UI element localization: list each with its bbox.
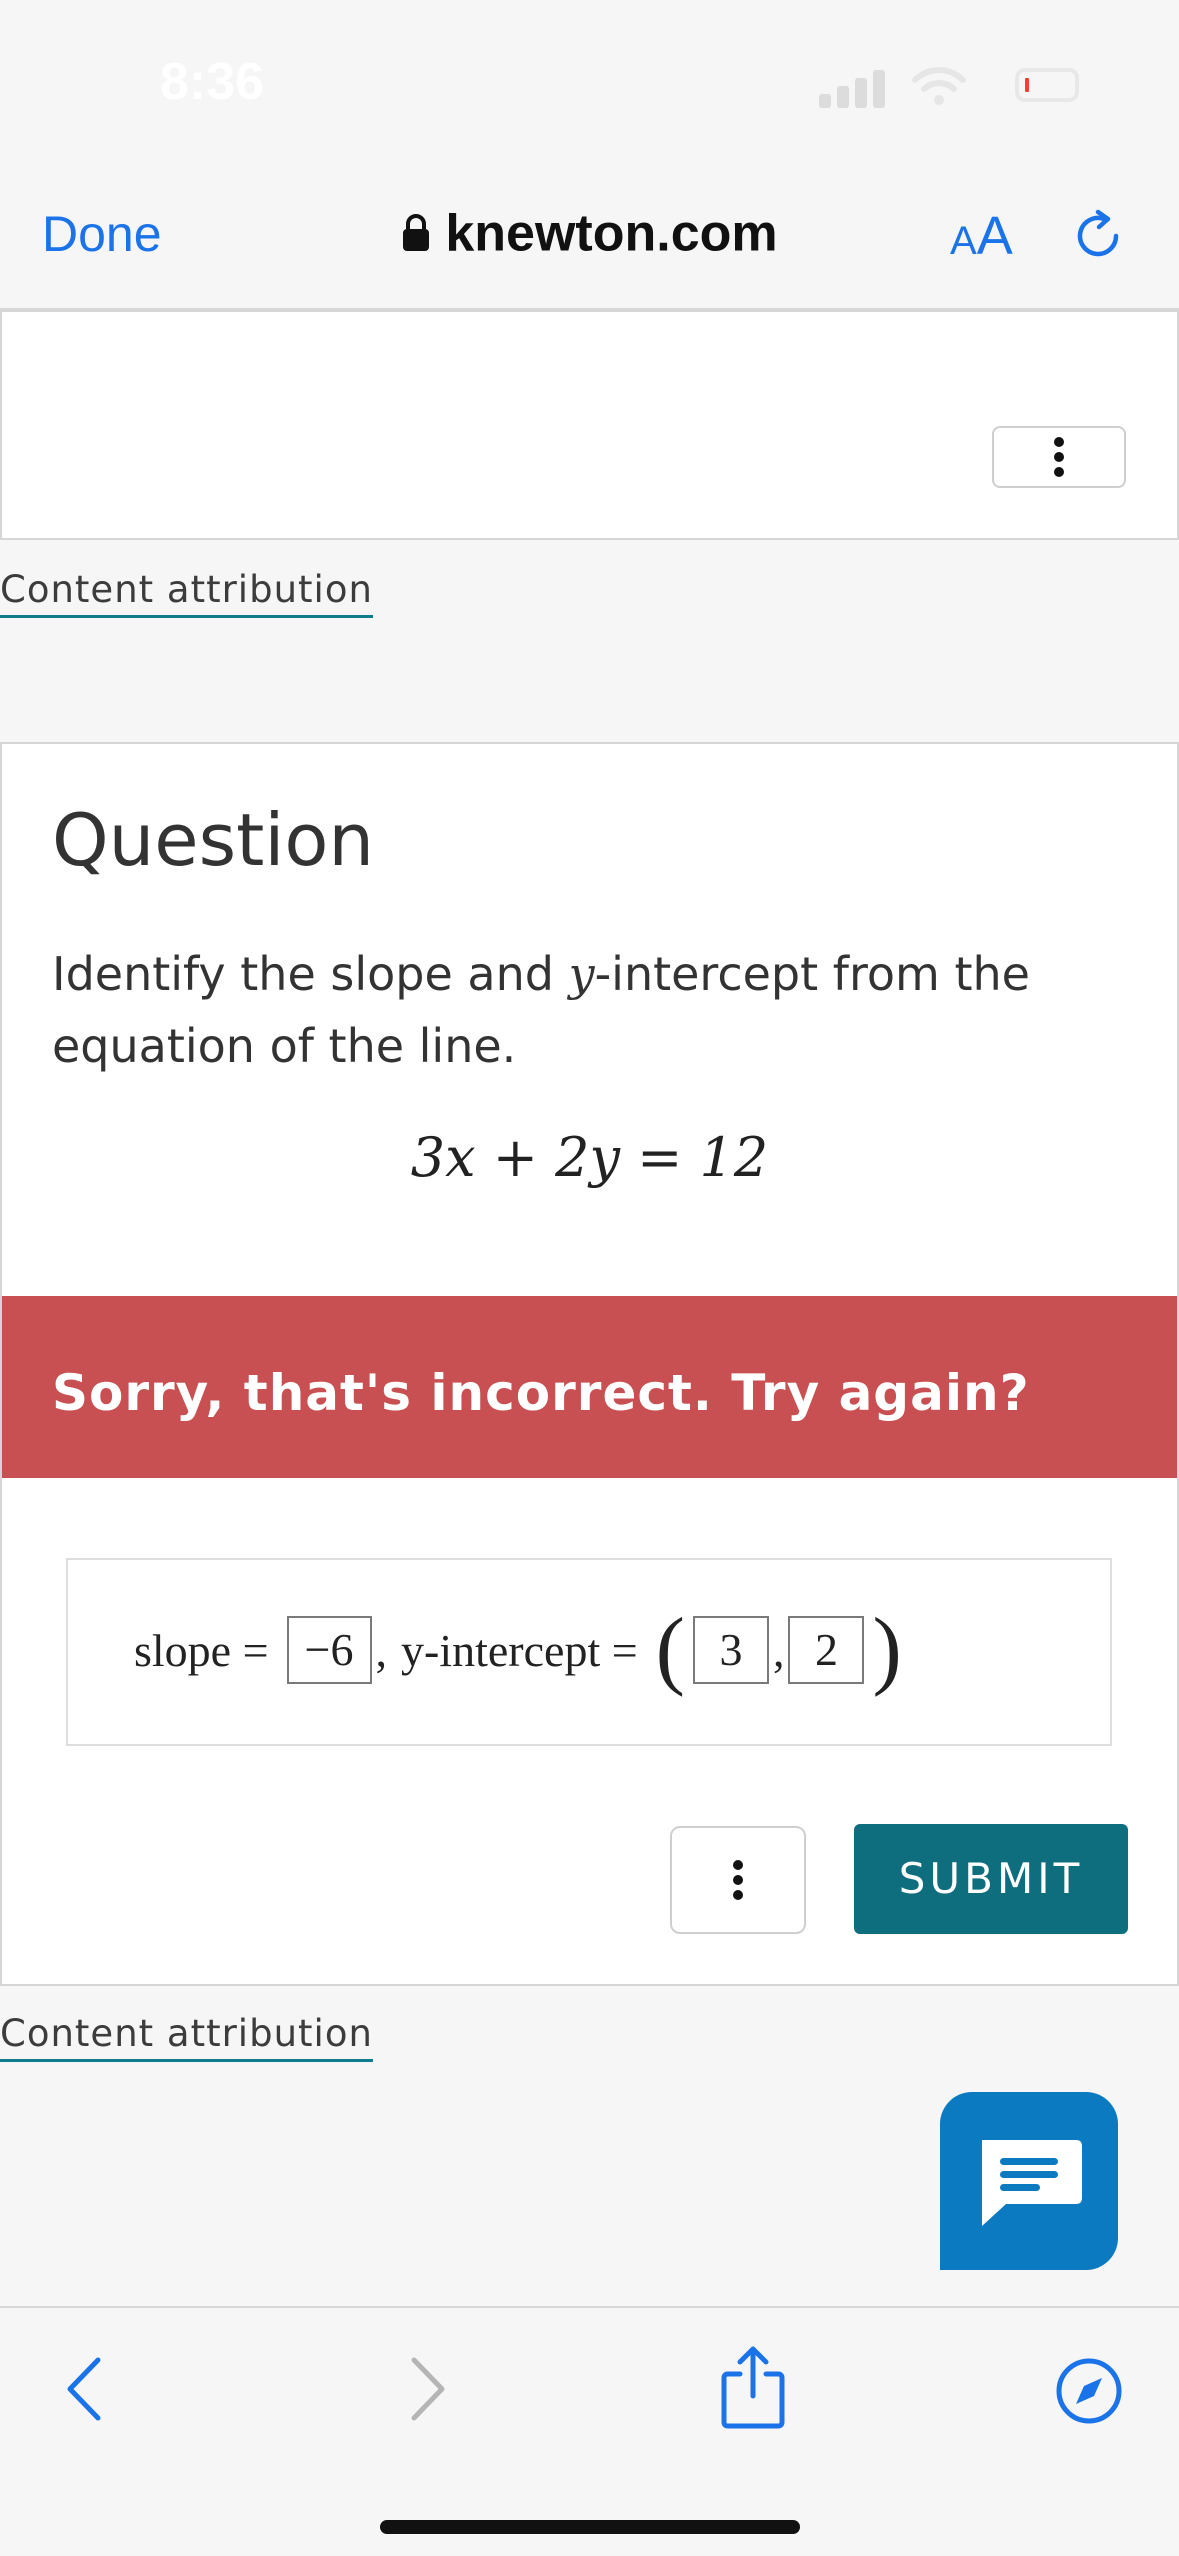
chat-icon bbox=[982, 2140, 1082, 2226]
top-more-options-button[interactable] bbox=[992, 426, 1126, 488]
back-arrow-icon[interactable] bbox=[60, 2354, 110, 2424]
more-vertical-icon bbox=[1054, 432, 1064, 482]
question-prompt: Identify the slope and y-intercept from … bbox=[52, 947, 1030, 1073]
signal-icon bbox=[819, 94, 831, 108]
lock-icon bbox=[403, 214, 430, 252]
content-attribution-link[interactable]: Content attribution bbox=[0, 568, 373, 618]
close-paren: ) bbox=[872, 1601, 902, 1698]
chat-button[interactable] bbox=[940, 2092, 1118, 2270]
status-icons bbox=[819, 64, 1079, 108]
battery-icon bbox=[1015, 68, 1079, 102]
reload-icon[interactable] bbox=[1068, 206, 1128, 266]
url-text: knewton.com bbox=[445, 204, 778, 263]
wifi-icon bbox=[912, 67, 966, 105]
more-vertical-icon bbox=[733, 1855, 743, 1905]
prompt-variable: y bbox=[568, 947, 595, 1001]
question-title: Question bbox=[52, 798, 375, 882]
intercept-x-input[interactable]: 3 bbox=[692, 1616, 769, 1684]
answer-expression: slope = −6 , y-intercept = ( 3 , 2 ) bbox=[66, 1600, 906, 1700]
intercept-label: y-intercept = bbox=[401, 1624, 638, 1676]
content-attribution-link[interactable]: Content attribution bbox=[0, 2012, 373, 2062]
home-indicator bbox=[380, 2520, 800, 2534]
intercept-comma: , bbox=[772, 1624, 785, 1676]
share-icon[interactable] bbox=[718, 2344, 788, 2430]
slope-label: slope = bbox=[134, 1624, 269, 1676]
question-equation: 3x + 2y = 12 bbox=[410, 1126, 769, 1189]
text-size-small-glyph: A bbox=[950, 219, 977, 263]
open-paren: ( bbox=[655, 1601, 685, 1698]
submit-button[interactable]: SUBMIT bbox=[854, 1824, 1128, 1934]
intercept-y-input[interactable]: 2 bbox=[788, 1616, 865, 1684]
top-content-panel bbox=[0, 310, 1179, 540]
text-size-large-glyph: A bbox=[976, 206, 1013, 266]
status-time: 8:36 bbox=[160, 53, 265, 111]
forward-arrow-icon[interactable] bbox=[402, 2354, 452, 2424]
feedback-message: Sorry, that's incorrect. Try again? bbox=[52, 1364, 1030, 1422]
compass-icon[interactable] bbox=[1054, 2356, 1124, 2426]
slope-input[interactable]: −6 bbox=[286, 1616, 372, 1684]
bottom-toolbar-divider bbox=[0, 2306, 1179, 2308]
answer-more-options-button[interactable] bbox=[670, 1826, 806, 1934]
answer-separator: , bbox=[375, 1624, 388, 1676]
text-size-button[interactable]: AA bbox=[950, 205, 1013, 267]
